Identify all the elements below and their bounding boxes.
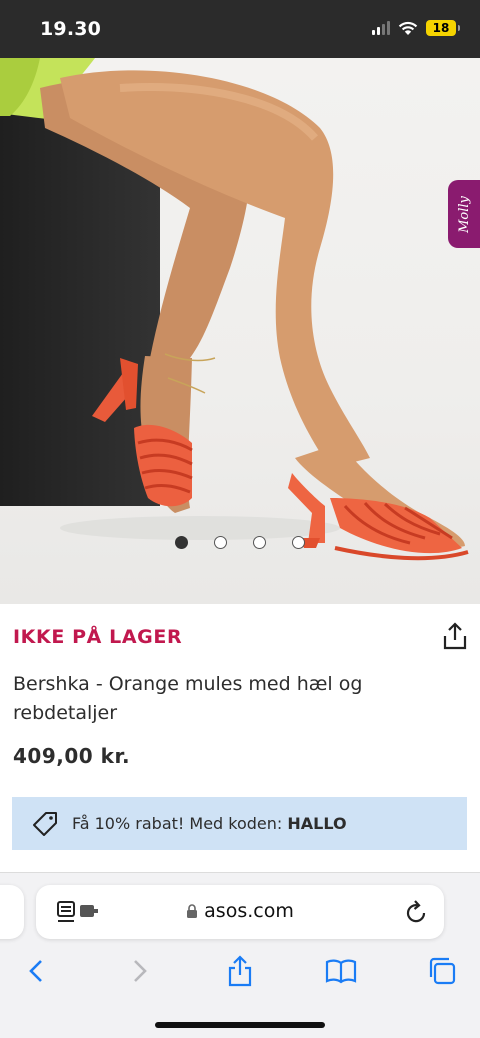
carousel-dots [0,536,480,549]
product-photo [0,58,469,561]
url-display[interactable]: asos.com [36,900,444,922]
previous-tab-preview[interactable] [0,885,24,939]
promo-message: Få 10% rabat! Med koden: [72,814,288,833]
share-icon[interactable] [442,622,468,650]
wifi-icon [398,21,418,35]
browser-chrome: asos.com [0,872,480,1038]
promo-text: Få 10% rabat! Med koden: HALLO [72,814,347,833]
share-sheet-icon [228,955,252,987]
forward-icon [134,960,147,982]
share-sheet-button[interactable] [222,953,258,989]
bookmarks-icon [325,959,357,984]
product-price: 409,00 kr. [13,744,131,768]
carousel-dot[interactable] [175,536,188,549]
browser-toolbar [0,953,480,993]
battery-indicator: 18 [426,20,460,36]
product-image[interactable]: Molly [0,58,480,604]
promo-code: HALLO [287,814,347,833]
status-bar: 19.30 18 [0,0,480,58]
molly-chat-tab[interactable]: Molly [448,180,480,248]
signal-icon [372,21,390,35]
back-icon [29,960,42,982]
carousel-dot[interactable] [214,536,227,549]
molly-label: Molly [456,195,472,233]
stock-status: IKKE PÅ LAGER [13,626,183,648]
tag-icon [33,811,57,836]
url-text: asos.com [204,900,294,922]
carousel-dot[interactable] [253,536,266,549]
tabs-icon [429,957,456,985]
forward-button[interactable] [122,953,158,989]
tabs-button[interactable] [424,953,460,989]
lock-icon [187,904,198,918]
reload-icon[interactable] [404,899,428,925]
product-title: Bershka - Orange mules med hæl og rebdet… [13,673,363,724]
carousel-dot[interactable] [292,536,305,549]
status-time: 19.30 [40,18,102,40]
bookmarks-button[interactable] [323,953,359,989]
status-icons: 18 [372,20,460,36]
back-button[interactable] [18,953,54,989]
home-indicator[interactable] [155,1022,325,1028]
address-bar[interactable]: asos.com [36,885,444,939]
promo-banner[interactable]: Få 10% rabat! Med koden: HALLO [12,797,467,850]
